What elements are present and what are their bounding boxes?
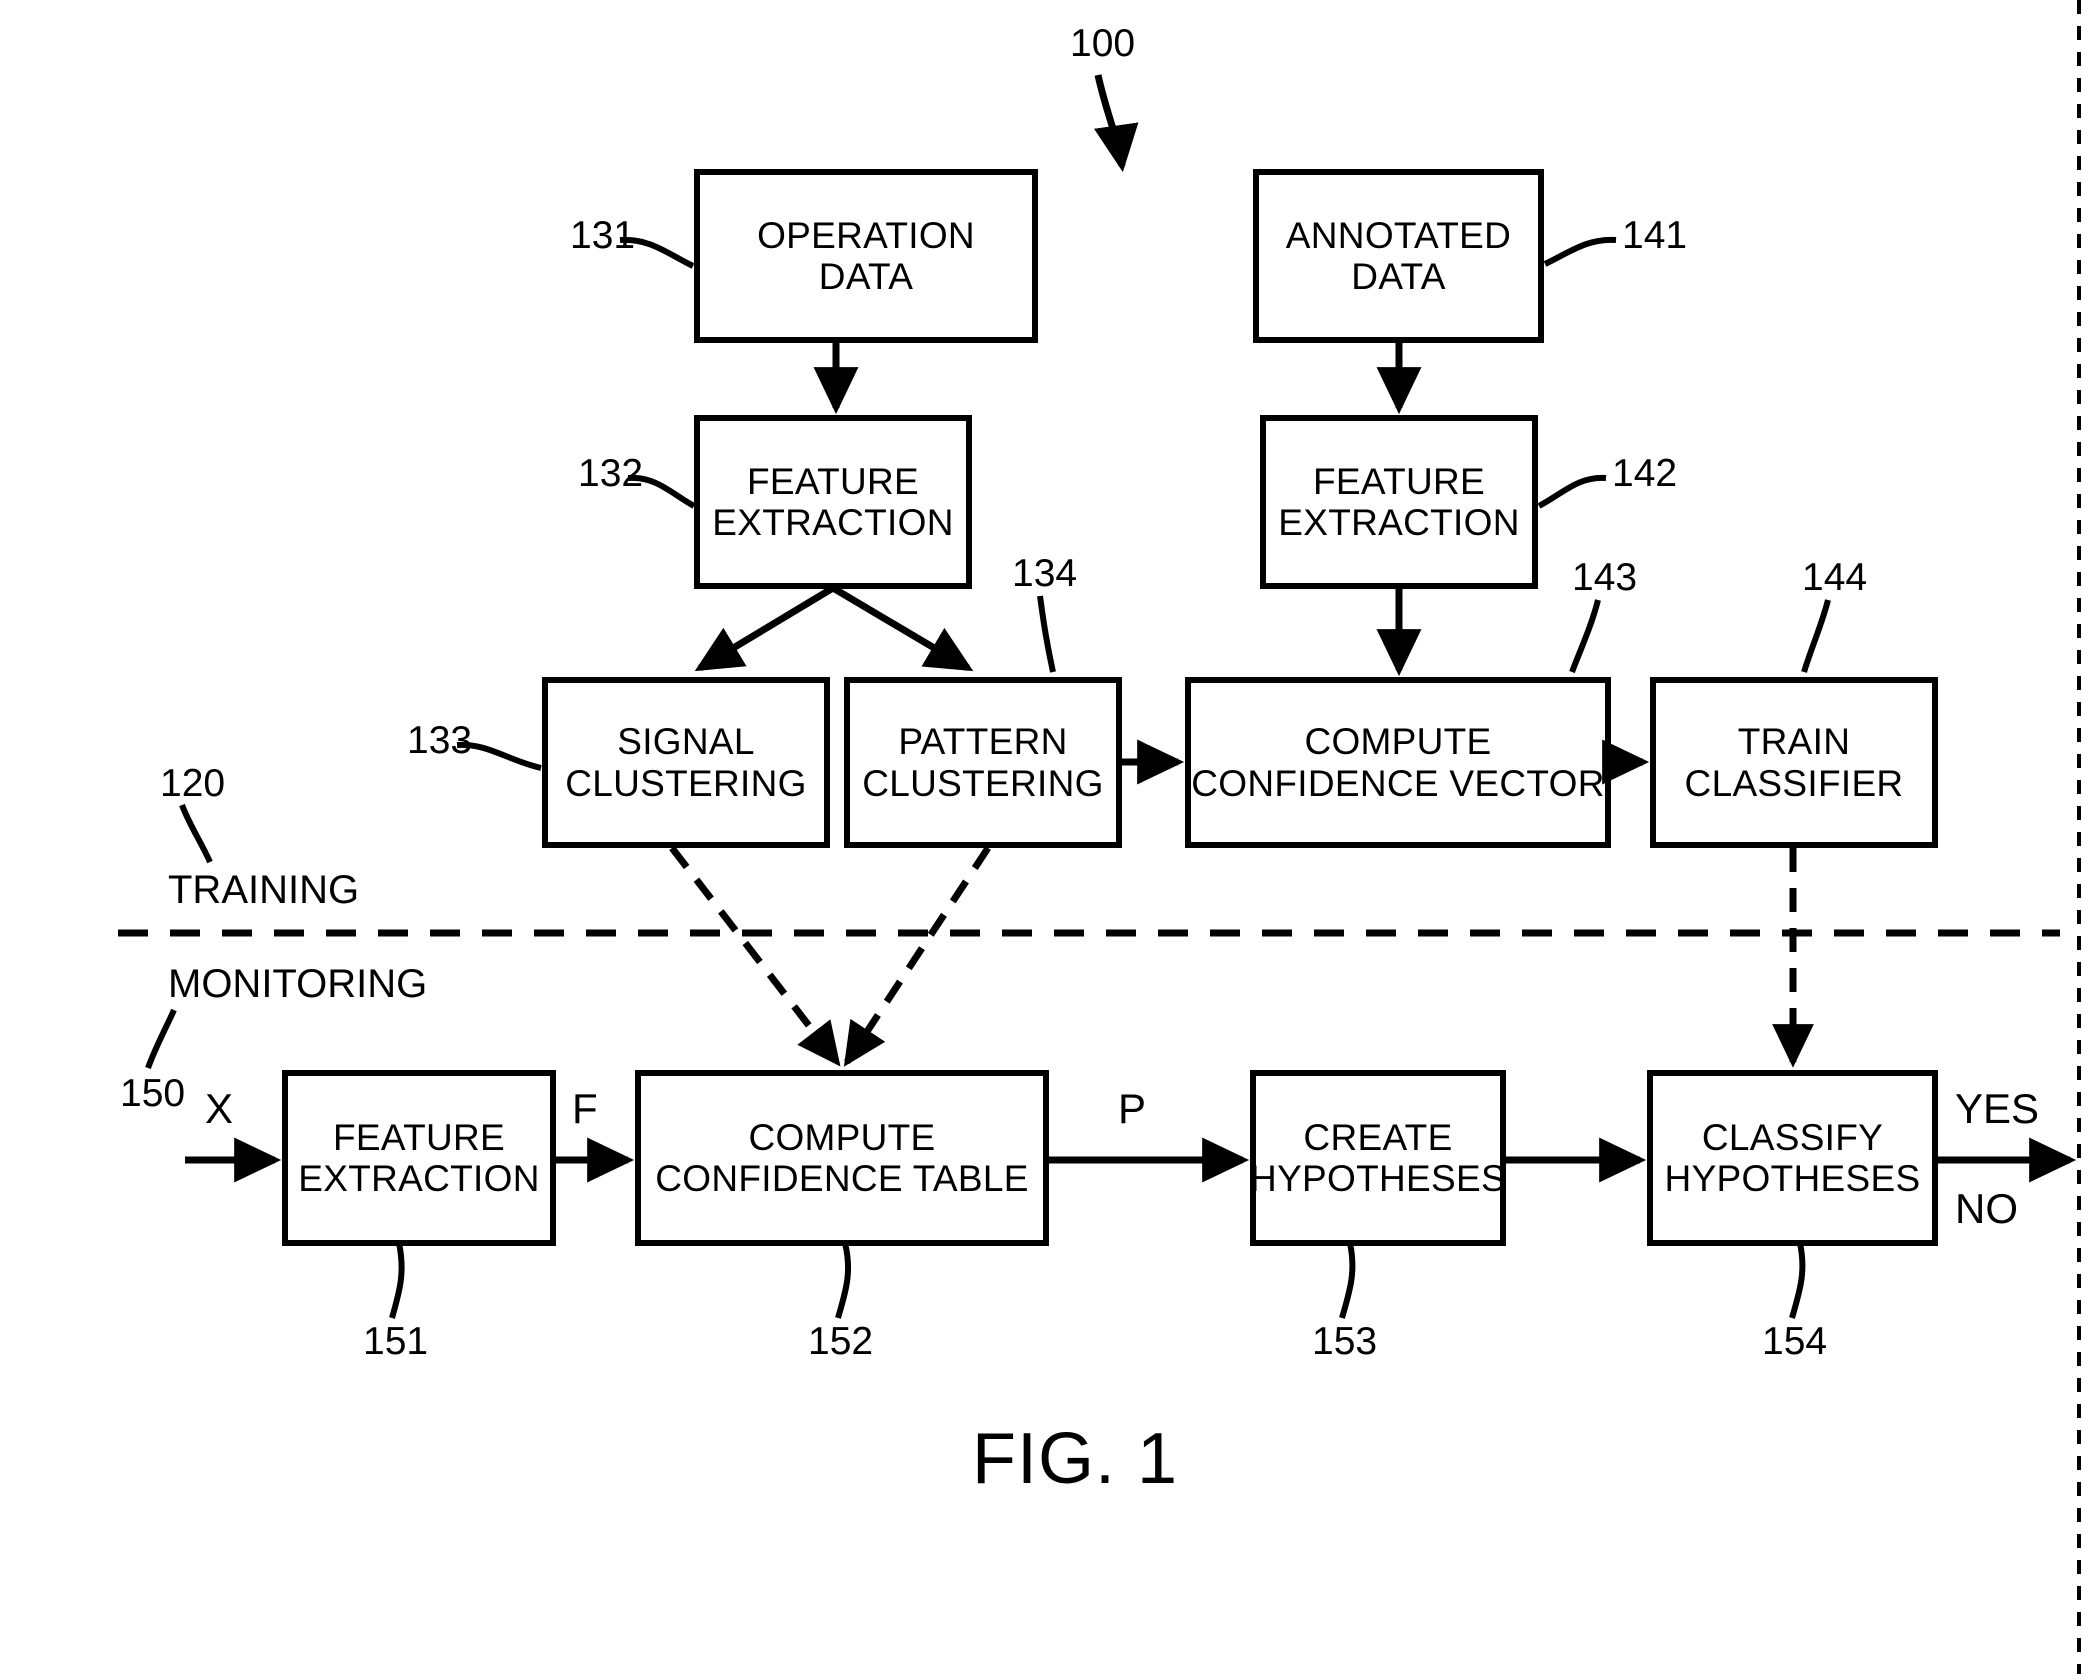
leader-143 — [1569, 599, 1601, 674]
leader-153 — [1339, 1242, 1356, 1319]
phase-label-training: TRAINING — [168, 868, 360, 912]
leader-142 — [1537, 474, 1607, 509]
box-compute-confidence-table — [635, 1070, 1049, 1246]
box-operation-data — [694, 169, 1038, 343]
ref-152: 152 — [808, 1320, 874, 1363]
dashed-pattern-clustering-to-confidence-table — [843, 846, 991, 1067]
ref-154: 154 — [1762, 1320, 1828, 1363]
ref-100: 100 — [1070, 22, 1136, 65]
leader-150 — [145, 1008, 177, 1070]
box-compute-confidence-vector — [1185, 677, 1611, 848]
phase-label-monitoring: MONITORING — [168, 962, 428, 1006]
system-ref-arrow — [1093, 74, 1139, 173]
arrow-feature-to-pattern-clustering — [831, 584, 974, 672]
box-feature-extraction-operation — [694, 415, 972, 589]
leader-152 — [835, 1242, 852, 1319]
ref-131: 131 — [570, 214, 636, 257]
ref-120: 120 — [160, 762, 226, 805]
leader-154 — [1789, 1242, 1806, 1319]
leader-141 — [1543, 236, 1617, 267]
signal-label-yes: YES — [1955, 1085, 2040, 1132]
patent-figure-canvas: OPERATION DATA ANNOTATED DATA FEATURE EX… — [0, 0, 2085, 1674]
box-create-hypotheses — [1250, 1070, 1506, 1246]
ref-132: 132 — [578, 452, 644, 495]
ref-143: 143 — [1572, 556, 1638, 599]
figure-caption: FIG. 1 — [972, 1419, 1179, 1499]
box-signal-clustering — [542, 677, 830, 848]
box-annotated-data — [1253, 169, 1544, 343]
arrow-feature-to-signal-clustering — [694, 585, 835, 672]
box-feature-extraction-annotated — [1260, 415, 1538, 589]
signal-label-no: NO — [1955, 1185, 2018, 1232]
box-feature-extraction-monitoring — [282, 1070, 556, 1246]
leader-134 — [1037, 595, 1056, 673]
ref-144: 144 — [1802, 556, 1868, 599]
leader-120 — [179, 803, 213, 864]
ref-151: 151 — [363, 1320, 429, 1363]
signal-label-x: X — [205, 1085, 234, 1132]
ref-134: 134 — [1012, 552, 1078, 595]
ref-133: 133 — [407, 719, 473, 762]
box-pattern-clustering — [844, 677, 1122, 848]
leader-151 — [389, 1242, 405, 1319]
ref-142: 142 — [1612, 452, 1678, 495]
signal-label-f: F — [572, 1085, 598, 1132]
dashed-signal-clustering-to-confidence-table — [669, 845, 841, 1067]
ref-153: 153 — [1312, 1320, 1378, 1363]
leader-144 — [1801, 599, 1831, 673]
ref-141: 141 — [1622, 214, 1688, 257]
signal-label-p: P — [1118, 1085, 1147, 1132]
box-train-classifier — [1650, 677, 1938, 848]
ref-150: 150 — [120, 1072, 186, 1115]
box-classify-hypotheses — [1647, 1070, 1938, 1246]
